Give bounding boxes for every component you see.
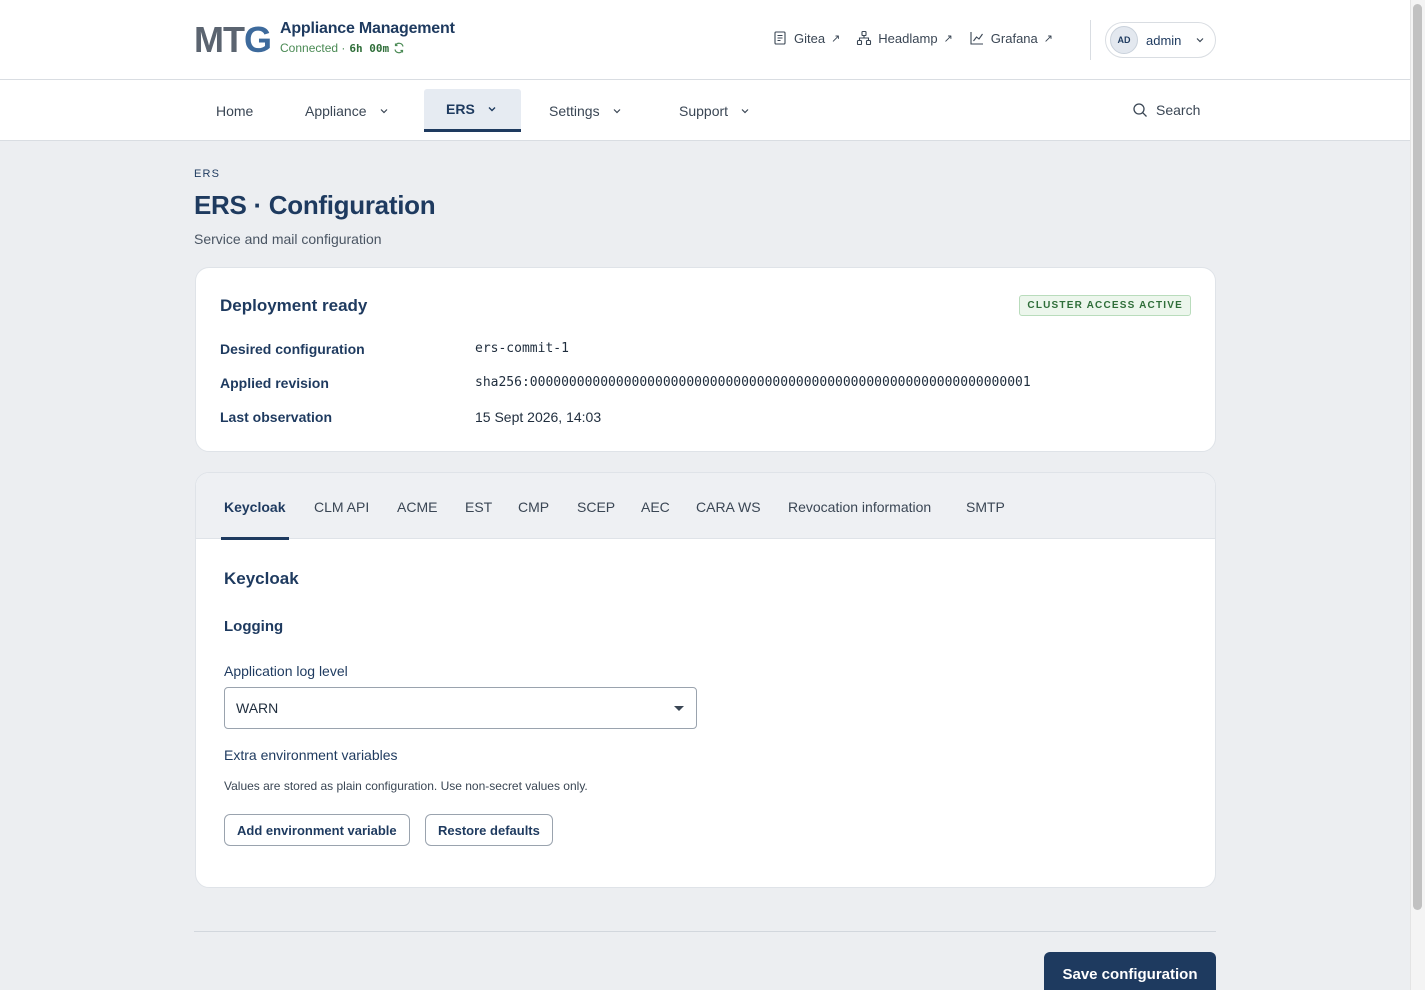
log-level-value: WARN bbox=[236, 700, 279, 716]
uptime-value: 6h 00m bbox=[349, 41, 390, 55]
configuration-card: Keycloak CLM API ACME EST CMP SCEP AEC C… bbox=[195, 472, 1216, 888]
brand-block: Appliance Management Connected · 6h 00m bbox=[280, 20, 455, 55]
chevron-down-icon bbox=[488, 107, 496, 112]
nav-settings-label: Settings bbox=[549, 102, 600, 119]
save-configuration-button[interactable]: Save configuration bbox=[1044, 952, 1216, 990]
headlamp-label: Headlamp bbox=[878, 30, 938, 46]
nav-appliance-label: Appliance bbox=[305, 102, 367, 119]
external-link-icon: ↗ bbox=[1043, 32, 1053, 45]
caret-down-icon bbox=[674, 706, 684, 711]
page-subtitle: Service and mail configuration bbox=[194, 231, 382, 247]
tab-scep[interactable]: SCEP bbox=[577, 473, 615, 539]
footer-divider bbox=[194, 931, 1216, 932]
desired-config-value: ers-commit-1 bbox=[475, 341, 569, 356]
document-icon bbox=[774, 31, 786, 45]
log-level-select[interactable]: WARN bbox=[224, 687, 697, 729]
app-title: Appliance Management bbox=[280, 20, 455, 37]
page-title: ERS · Configuration bbox=[194, 190, 436, 220]
status-badge: CLUSTER ACCESS ACTIVE bbox=[1019, 295, 1191, 316]
chevron-down-icon bbox=[741, 108, 749, 113]
gitea-link[interactable]: Gitea ↗ bbox=[772, 30, 840, 46]
tab-cara-ws[interactable]: CARA WS bbox=[696, 473, 761, 539]
chart-line-icon bbox=[970, 32, 983, 45]
deployment-card: Deployment ready CLUSTER ACCESS ACTIVE D… bbox=[195, 267, 1216, 452]
tab-smtp[interactable]: SMTP bbox=[966, 473, 1005, 539]
tab-acme[interactable]: ACME bbox=[397, 473, 437, 539]
tab-keycloak[interactable]: Keycloak bbox=[220, 473, 291, 540]
restore-defaults-button[interactable]: Restore defaults bbox=[425, 814, 553, 846]
nav-support-label: Support bbox=[679, 102, 729, 119]
nav-home[interactable]: Home bbox=[194, 89, 275, 132]
logo-suffix: G bbox=[243, 19, 272, 60]
connection-status: Connected · 6h 00m bbox=[280, 41, 455, 55]
section-title: Keycloak bbox=[224, 569, 299, 588]
avatar: AD bbox=[1110, 26, 1138, 54]
tab-cmp[interactable]: CMP bbox=[518, 473, 549, 539]
logo-prefix: MT bbox=[194, 19, 245, 60]
nav-ers[interactable]: ERS bbox=[424, 89, 521, 132]
tab-est[interactable]: EST bbox=[465, 473, 492, 539]
nav-support[interactable]: Support bbox=[657, 89, 772, 132]
tab-clm-api[interactable]: CLM API bbox=[314, 473, 369, 539]
add-env-var-button[interactable]: Add environment variable bbox=[224, 814, 410, 846]
mtg-logo[interactable]: MTG bbox=[194, 19, 272, 60]
chevron-down-icon bbox=[1196, 38, 1204, 43]
refresh-icon[interactable] bbox=[393, 42, 405, 54]
header-divider bbox=[1090, 20, 1091, 60]
last-observation-key: Last observation bbox=[220, 409, 333, 425]
user-menu[interactable]: AD admin bbox=[1105, 22, 1216, 58]
nav-settings[interactable]: Settings bbox=[527, 89, 644, 132]
tab-aec[interactable]: AEC bbox=[641, 473, 670, 539]
main-nav: Home Appliance ERS Settings Support Sear… bbox=[0, 80, 1410, 141]
nodes-icon bbox=[857, 30, 872, 46]
user-name: admin bbox=[1146, 32, 1182, 48]
external-link-icon: ↗ bbox=[943, 32, 953, 45]
headlamp-link[interactable]: Headlamp ↗ bbox=[856, 30, 953, 46]
tab-revocation-information[interactable]: Revocation information bbox=[788, 473, 931, 539]
breadcrumb: ERS bbox=[194, 168, 221, 180]
desired-config-key: Desired configuration bbox=[220, 341, 365, 357]
log-level-label: Application log level bbox=[224, 663, 348, 679]
top-header: MTG Appliance Management Connected · 6h … bbox=[0, 0, 1410, 80]
gitea-label: Gitea bbox=[794, 30, 826, 46]
grafana-label: Grafana bbox=[990, 30, 1038, 46]
status-text: Connected · bbox=[280, 41, 346, 55]
applied-revision-key: Applied revision bbox=[220, 375, 329, 391]
external-links: Gitea ↗ Headlamp ↗ Grafana ↗ bbox=[772, 30, 1053, 46]
last-observation-value: 15 Sept 2026, 14:03 bbox=[475, 409, 602, 425]
chevron-down-icon bbox=[380, 108, 387, 113]
search-label: Search bbox=[1156, 102, 1201, 118]
nav-appliance[interactable]: Appliance bbox=[283, 89, 411, 132]
deployment-title: Deployment ready bbox=[220, 296, 368, 315]
applied-revision-value: sha256:000000000000000000000000000000000… bbox=[475, 375, 1031, 390]
search-button[interactable]: Search bbox=[1132, 102, 1200, 118]
chevron-down-icon bbox=[613, 108, 621, 113]
scrollbar-thumb[interactable] bbox=[1413, 4, 1422, 910]
search-icon bbox=[1133, 103, 1147, 117]
nav-ers-label: ERS bbox=[446, 101, 475, 117]
env-vars-label: Extra environment variables bbox=[224, 747, 398, 763]
env-vars-hint: Values are stored as plain configuration… bbox=[224, 779, 588, 793]
grafana-link[interactable]: Grafana ↗ bbox=[969, 30, 1053, 46]
tab-bar: Keycloak CLM API ACME EST CMP SCEP AEC C… bbox=[196, 473, 1215, 540]
external-link-icon: ↗ bbox=[831, 32, 841, 45]
nav-home-label: Home bbox=[216, 102, 254, 119]
logging-title: Logging bbox=[224, 618, 284, 635]
